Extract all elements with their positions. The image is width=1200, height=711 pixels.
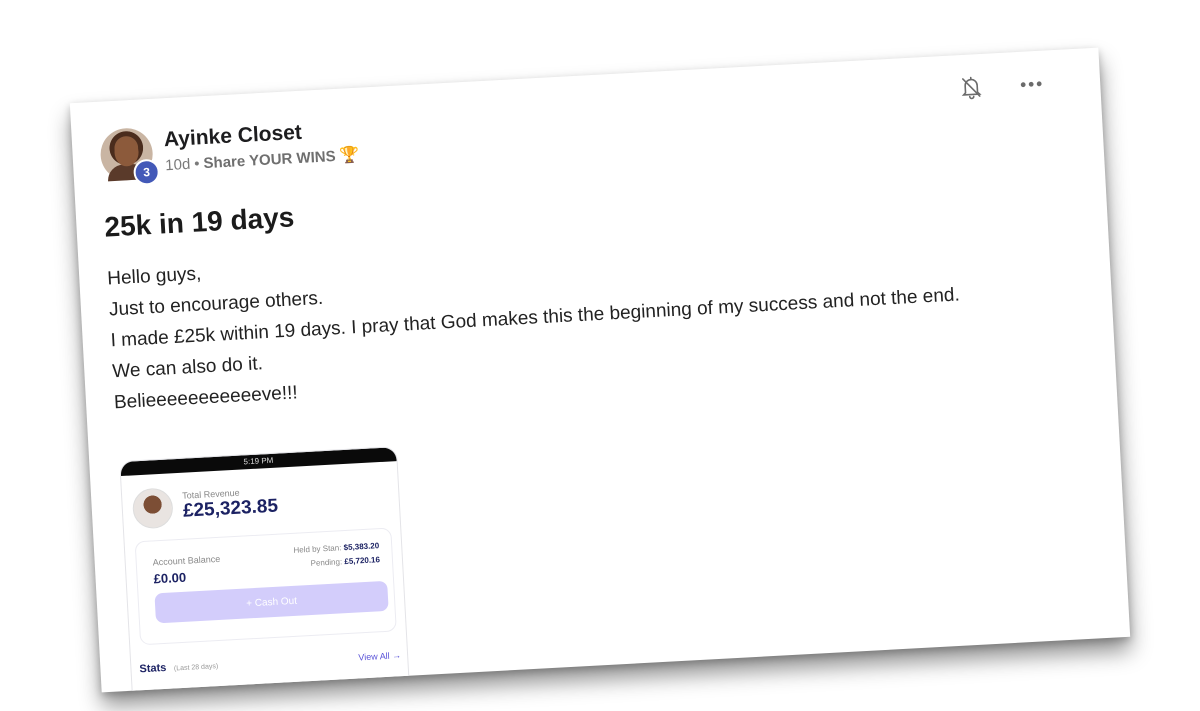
held-value: $5,383.20 — [343, 541, 380, 553]
post-card: 3 Ayinke Closet 10d • Share YOUR WINS 🏆 — [69, 47, 1131, 693]
attached-image[interactable]: 5:19 PM Total Revenue £25,323.85 Account… — [119, 446, 411, 693]
post-age: 10d — [164, 155, 191, 175]
avatar-face — [113, 137, 140, 167]
post-header: 3 Ayinke Closet 10d • Share YOUR WINS 🏆 — [99, 116, 360, 190]
meta-separator: • — [193, 155, 201, 173]
author-avatar[interactable]: 3 — [99, 126, 161, 186]
trophy-icon: 🏆 — [339, 146, 360, 165]
stats-heading: Stats (Last 28 days) — [139, 655, 219, 677]
stats-label: Stats — [139, 661, 167, 676]
held-pending: Held by Stan: $5,383.20 Pending: £5,720.… — [293, 539, 380, 572]
account-balance-value: £0.00 — [153, 569, 187, 587]
post-category[interactable]: Share YOUR WINS — [203, 147, 336, 174]
stats-row: Stats (Last 28 days) View All → — [139, 645, 402, 677]
cash-out-button: + Cash Out — [154, 580, 389, 624]
account-balance: Account Balance £0.00 — [152, 554, 221, 587]
more-horizontal-icon[interactable] — [1017, 71, 1044, 98]
account-balance-label: Account Balance — [152, 553, 221, 568]
total-revenue-value: £25,323.85 — [182, 495, 279, 522]
pending-value: £5,720.16 — [344, 555, 381, 567]
post-actions — [958, 71, 1045, 102]
screenshot-canvas: 3 Ayinke Closet 10d • Share YOUR WINS 🏆 — [0, 0, 1200, 711]
level-badge: 3 — [132, 158, 161, 186]
view-all-link: View All → — [358, 650, 402, 663]
stats-period: (Last 28 days) — [173, 663, 219, 673]
pending-label: Pending: — [310, 557, 343, 568]
store-avatar — [131, 487, 174, 530]
phone-status-bar: 5:19 PM — [120, 447, 397, 477]
post-body: Hello guys, Just to encourage others. I … — [107, 212, 1074, 419]
revenue-header: Total Revenue £25,323.85 — [131, 482, 279, 530]
held-label: Held by Stan: — [293, 543, 342, 555]
post-title: 25k in 19 days — [103, 201, 296, 243]
balance-card: Account Balance £0.00 Held by Stan: $5,3… — [134, 527, 397, 646]
author-meta: Ayinke Closet 10d • Share YOUR WINS 🏆 — [163, 118, 360, 176]
bell-off-icon[interactable] — [958, 74, 985, 101]
revenue-text: Total Revenue £25,323.85 — [182, 486, 279, 523]
